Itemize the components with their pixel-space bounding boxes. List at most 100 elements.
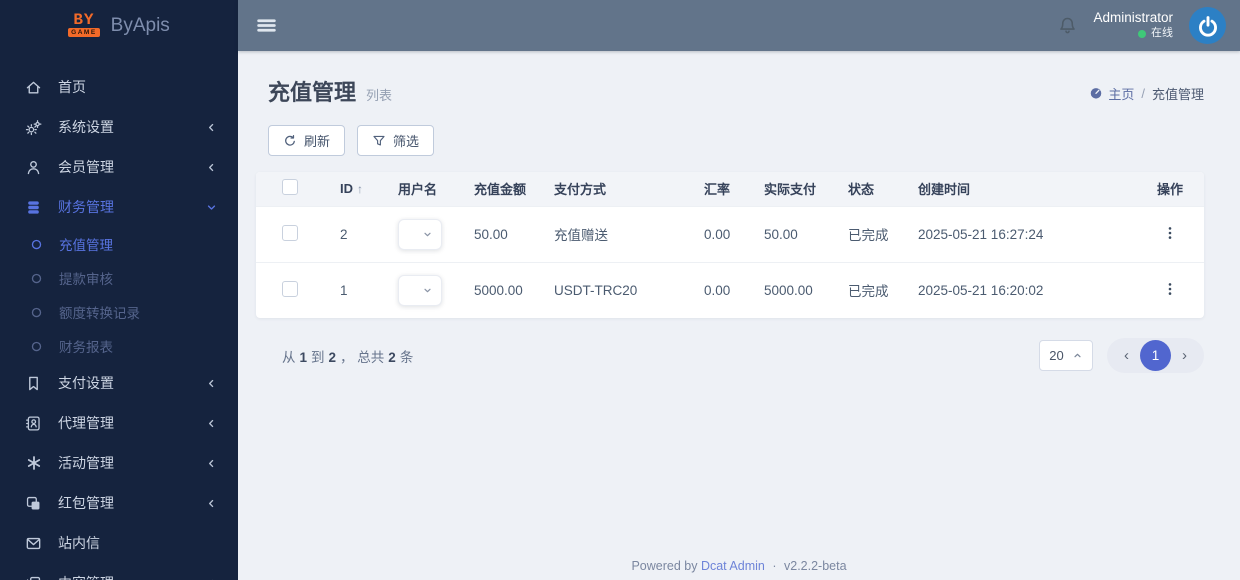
bell-icon[interactable]	[1058, 16, 1077, 35]
sidebar-item-label: 支付设置	[58, 375, 114, 391]
chevron-left-icon	[205, 417, 218, 430]
copy-icon	[24, 575, 43, 580]
prev-page-button[interactable]: ‹	[1113, 347, 1140, 364]
column-header-actual: 实际支付	[764, 182, 817, 198]
chevron-left-icon	[205, 577, 218, 580]
home-icon	[24, 79, 43, 96]
sidebar-item-system-settings[interactable]: 系统设置	[0, 107, 238, 147]
summary-text: 从 1 到 2， 总共 2 条	[282, 349, 414, 365]
cell-amount: 50.00	[464, 205, 544, 262]
asterisk-icon	[24, 455, 43, 471]
sidebar-item-label: 提款审核	[59, 272, 113, 287]
avatar[interactable]	[1189, 7, 1226, 44]
sidebar-item-withdrawal-review[interactable]: 提款审核	[0, 261, 238, 295]
cell-actual: 5000.00	[754, 261, 838, 318]
sidebar-item-content-management[interactable]: 内容管理	[0, 563, 238, 580]
chevron-down-icon	[422, 229, 433, 240]
sidebar-menu: 首页 系统设置 会员管理 财务管理 充值管理 提款审核 额度转换记录 财务报表 …	[0, 51, 238, 580]
row-checkbox[interactable]	[282, 224, 298, 241]
sidebar-item-label: 充值管理	[59, 238, 113, 253]
refresh-label: 刷新	[304, 134, 331, 149]
sidebar: BY GAME ByApis 首页 系统设置 会员管理 财务管理 充值管理 提款…	[0, 0, 238, 580]
user-menu[interactable]: Administrator 在线	[1093, 10, 1173, 41]
cell-created: 2025-05-21 16:20:02	[908, 261, 1136, 318]
cell-rate: 0.00	[694, 261, 754, 318]
breadcrumb-home-link[interactable]: 主页	[1089, 84, 1134, 103]
sidebar-item-payment-settings[interactable]: 支付设置	[0, 363, 238, 403]
funnel-icon	[372, 134, 386, 148]
column-header-username: 用户名	[398, 182, 438, 198]
username-select[interactable]	[398, 218, 442, 250]
ring-icon	[27, 237, 46, 252]
database-icon	[24, 199, 43, 216]
sidebar-item-site-mail[interactable]: 站内信	[0, 523, 238, 563]
sidebar-item-label: 会员管理	[58, 159, 114, 175]
user-name: Administrator	[1093, 10, 1173, 26]
select-all-checkbox[interactable]	[282, 179, 298, 196]
cell-id: 1	[316, 261, 388, 318]
table-row: 1 5000.00 USDT-TRC20 0.00 5000.00 已完成 20…	[256, 261, 1204, 318]
sidebar-item-home[interactable]: 首页	[0, 67, 238, 107]
status-badge: 已完成	[838, 261, 908, 318]
brand-logo[interactable]: BY GAME ByApis	[0, 0, 238, 51]
sidebar-item-label: 红包管理	[58, 495, 114, 511]
per-page-select[interactable]: 20	[1039, 340, 1093, 371]
chevron-left-icon	[205, 377, 218, 390]
page-title: 充值管理	[268, 80, 357, 105]
table-toolbar: 刷新 筛选	[268, 125, 1204, 156]
online-status-dot	[1138, 29, 1146, 38]
cell-method: 充值赠送	[544, 205, 694, 262]
sidebar-item-label: 财务报表	[59, 340, 113, 355]
column-header-status: 状态	[848, 182, 875, 198]
refresh-button[interactable]: 刷新	[268, 125, 346, 156]
dcat-admin-link[interactable]: Dcat Admin	[701, 559, 765, 573]
sidebar-item-label: 活动管理	[58, 455, 114, 471]
column-header-amount: 充值金额	[474, 182, 527, 198]
gears-icon	[24, 119, 43, 136]
table-footer: 从 1 到 2， 总共 2 条 20 ‹ 1 ›	[282, 338, 1204, 373]
per-page-value: 20	[1049, 348, 1064, 363]
sidebar-item-red-packet-management[interactable]: 红包管理	[0, 483, 238, 523]
brand-logo-icon: BY GAME	[68, 12, 100, 37]
page-content: 充值管理 列表 主页 / 充值管理 刷新 筛选 ID ↑ 用户名 充值金额 支付…	[238, 51, 1240, 373]
username-select[interactable]	[398, 274, 442, 306]
breadcrumb: 主页 / 充值管理	[1089, 84, 1204, 103]
chevron-down-icon	[205, 201, 218, 214]
sidebar-item-quota-conversion-records[interactable]: 额度转换记录	[0, 295, 238, 329]
cell-method: USDT-TRC20	[544, 261, 694, 318]
sidebar-item-member-management[interactable]: 会员管理	[0, 147, 238, 187]
sidebar-item-agent-management[interactable]: 代理管理	[0, 403, 238, 443]
main-area: Administrator 在线 充值管理 列表 主页 / 充值管理 刷新 筛选…	[238, 0, 1240, 580]
refresh-icon	[283, 134, 297, 148]
chevron-left-icon	[205, 457, 218, 470]
logo-mark-bottom: GAME	[68, 28, 100, 37]
cell-created: 2025-05-21 16:27:24	[908, 205, 1136, 262]
page-subtitle: 列表	[366, 88, 393, 103]
status-badge: 已完成	[838, 205, 908, 262]
breadcrumb-home-label: 主页	[1108, 86, 1135, 102]
next-page-button[interactable]: ›	[1171, 347, 1198, 364]
row-actions-button[interactable]	[1162, 281, 1178, 297]
gauge-icon	[1089, 86, 1103, 100]
menu-toggle-button[interactable]	[256, 16, 277, 35]
column-header-id[interactable]: ID ↑	[316, 172, 388, 206]
user-icon	[24, 159, 43, 176]
sidebar-item-label: 代理管理	[58, 415, 114, 431]
powered-by-text: Powered by	[631, 559, 698, 573]
row-actions-button[interactable]	[1162, 225, 1178, 241]
sidebar-item-label: 内容管理	[58, 573, 114, 580]
sidebar-item-activity-management[interactable]: 活动管理	[0, 443, 238, 483]
chevron-left-icon	[205, 161, 218, 174]
sidebar-item-financial-reports[interactable]: 财务报表	[0, 329, 238, 363]
filter-button[interactable]: 筛选	[357, 125, 435, 156]
envelope-icon	[24, 535, 43, 552]
powered-by-footer: Powered by Dcat Admin · v2.2.2-beta	[238, 559, 1240, 573]
filter-label: 筛选	[393, 134, 420, 149]
sidebar-item-finance-management[interactable]: 财务管理	[0, 187, 238, 227]
online-status-label: 在线	[1151, 27, 1173, 40]
page-header: 充值管理 列表 主页 / 充值管理	[268, 75, 1204, 107]
sidebar-item-recharge-management[interactable]: 充值管理	[0, 227, 238, 261]
chevron-left-icon	[205, 497, 218, 510]
current-page-button[interactable]: 1	[1140, 340, 1171, 371]
row-checkbox[interactable]	[282, 280, 298, 297]
